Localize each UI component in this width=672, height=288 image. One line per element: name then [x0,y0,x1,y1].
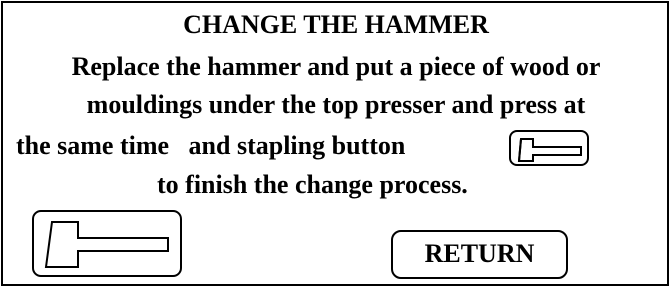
dialog-title: CHANGE THE HAMMER [183,10,489,39]
instruction-line-3: the same time and stapling button [16,131,406,160]
return-button[interactable]: RETURN [391,230,568,279]
instruction-line-4: to finish the change process. [157,170,468,199]
stapling-button-indicator [509,130,589,166]
instruction-line-1: Replace the hammer and put a piece of wo… [71,52,601,81]
hammer-icon [517,138,582,162]
hammer-icon [44,221,169,268]
hammer-button[interactable] [32,210,182,277]
instruction-line-2: mouldings under the top presser and pres… [86,90,586,119]
